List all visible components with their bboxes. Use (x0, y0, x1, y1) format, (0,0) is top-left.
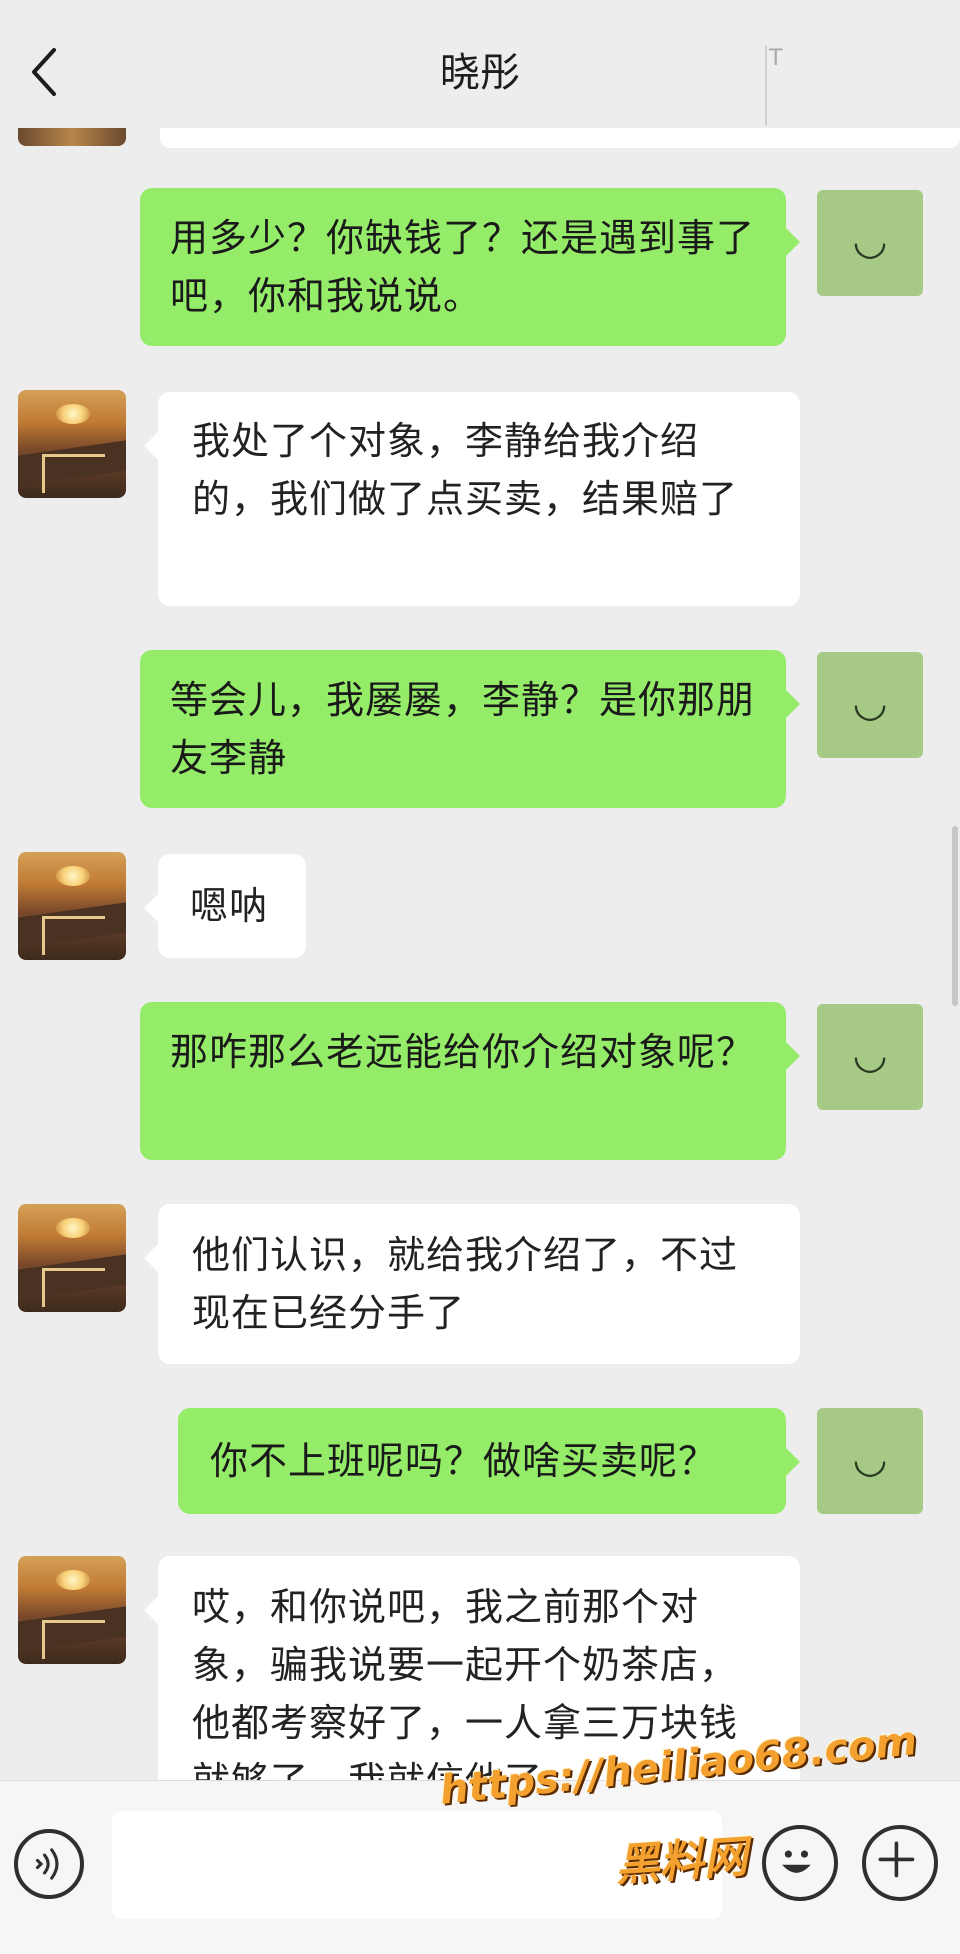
message-bubble-received[interactable]: 他们认识，就给我介绍了，不过现在已经分手了 (144, 1204, 800, 1364)
sunset-icon (56, 866, 90, 886)
message-text: 那咋那么老远能给你介绍对象呢？ (170, 1030, 756, 1074)
contact-avatar[interactable] (18, 390, 126, 498)
voice-icon (35, 1848, 59, 1880)
message-text: 嗯呐 (190, 884, 269, 928)
scrollbar[interactable] (952, 826, 958, 1006)
message-bubble-sent[interactable]: 那咋那么老远能给你介绍对象呢？ (140, 1002, 800, 1160)
contact-avatar (18, 128, 126, 146)
chat-header: 晓彤 T (0, 0, 960, 128)
sunset-icon (56, 1570, 90, 1590)
message-text: 你不上班呢吗？做啥买卖呢？ (210, 1439, 718, 1483)
message-text: 他们认识，就给我介绍了，不过现在已经分手了 (192, 1233, 739, 1335)
self-avatar[interactable]: ◡ (817, 1004, 923, 1110)
self-avatar[interactable]: ◡ (817, 652, 923, 758)
self-avatar[interactable]: ◡ (817, 190, 923, 296)
watermark: https://heiliao68.com 黑料网 (438, 1718, 920, 1891)
contact-avatar[interactable] (18, 852, 126, 960)
corner-mark: T (765, 46, 785, 126)
message-bubble-received[interactable]: 嗯呐 (144, 854, 306, 958)
self-avatar[interactable]: ◡ (817, 1408, 923, 1514)
message-text: 用多少？你缺钱了？还是遇到事了吧，你和我说说。 (170, 216, 756, 318)
message-bubble-sent[interactable]: 等会儿，我屡屡，李静？是你那朋友李静 (140, 650, 800, 808)
message-text: 等会儿，我屡屡，李静？是你那朋友李静 (170, 678, 756, 780)
smile-icon: ◡ (854, 680, 886, 726)
sunset-icon (56, 404, 90, 424)
watermark-name: 黑料网 (613, 1831, 750, 1892)
chat-area: 用多少？你缺钱了？还是遇到事了吧，你和我说说。 ◡ 我处了个对象，李静给我介绍的… (0, 0, 960, 1953)
contact-avatar[interactable] (18, 1204, 126, 1312)
chat-title: 晓彤 (440, 50, 520, 96)
message-bubble-sent[interactable]: 你不上班呢吗？做啥买卖呢？ (178, 1408, 800, 1514)
smile-icon: ◡ (854, 218, 886, 264)
smile-icon: ◡ (854, 1032, 886, 1078)
message-bubble-sent[interactable]: 用多少？你缺钱了？还是遇到事了吧，你和我说说。 (140, 188, 800, 346)
contact-avatar[interactable] (18, 1556, 126, 1664)
voice-button[interactable] (14, 1829, 84, 1899)
smile-icon: ◡ (854, 1436, 886, 1482)
sunset-icon (56, 1218, 90, 1238)
message-text: 我处了个对象，李静给我介绍的，我们做了点买卖，结果赔了 (192, 419, 739, 521)
message-bubble-received[interactable]: 我处了个对象，李静给我介绍的，我们做了点买卖，结果赔了 (144, 392, 800, 606)
